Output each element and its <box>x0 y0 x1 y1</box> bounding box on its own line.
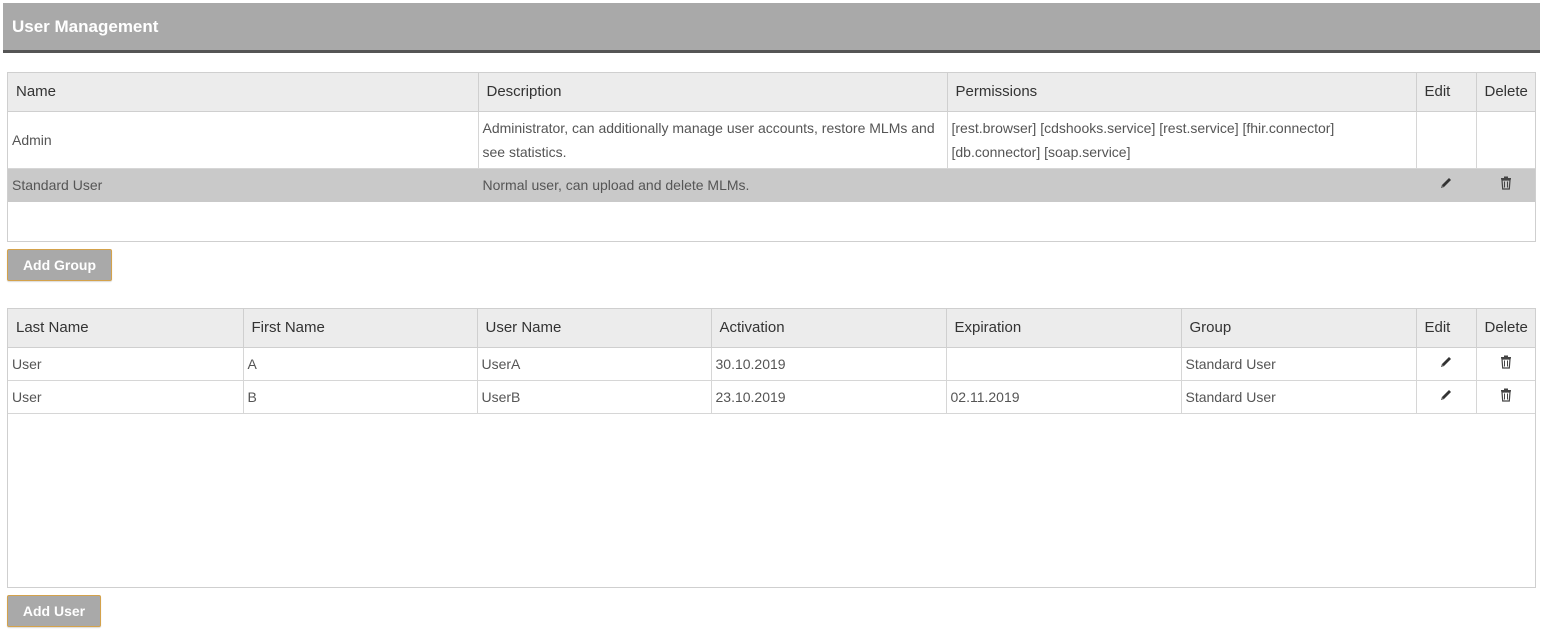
column-header-description[interactable]: Description <box>478 73 948 112</box>
table-row[interactable]: User B UserB 23.10.2019 02.11.2019 Stand… <box>8 380 1535 414</box>
activation-cell: 30.10.2019 <box>711 347 947 381</box>
column-header-edit: Edit <box>1416 309 1477 348</box>
edit-cell <box>1416 111 1477 169</box>
column-header-edit: Edit <box>1416 73 1477 112</box>
group-cell: Standard User <box>1181 380 1417 414</box>
users-grid: Last Name First Name User Name Activatio… <box>7 308 1536 588</box>
table-row[interactable]: User A UserA 30.10.2019 Standard User <box>8 347 1535 381</box>
user-name-cell: UserB <box>477 380 712 414</box>
trash-icon[interactable] <box>1500 352 1512 376</box>
column-header-activation[interactable]: Activation <box>711 309 947 348</box>
delete-cell <box>1476 347 1535 381</box>
add-user-button[interactable]: Add User <box>7 595 101 627</box>
pencil-icon[interactable] <box>1439 173 1453 197</box>
pencil-icon[interactable] <box>1439 385 1453 409</box>
page-title: User Management <box>12 17 159 36</box>
delete-cell <box>1476 168 1535 202</box>
page-header: User Management <box>3 3 1540 53</box>
delete-cell <box>1476 380 1535 414</box>
table-row[interactable]: Admin Administrator, can additionally ma… <box>8 111 1535 169</box>
expiration-cell <box>946 347 1182 381</box>
groups-grid: Name Description Permissions Edit Delete… <box>7 72 1536 242</box>
column-header-first-name[interactable]: First Name <box>243 309 478 348</box>
column-header-delete: Delete <box>1476 309 1535 348</box>
column-header-delete: Delete <box>1476 73 1535 112</box>
expiration-cell: 02.11.2019 <box>946 380 1182 414</box>
column-header-expiration[interactable]: Expiration <box>946 309 1182 348</box>
group-permissions-cell <box>947 168 1417 202</box>
column-header-user-name[interactable]: User Name <box>477 309 712 348</box>
delete-cell <box>1476 111 1535 169</box>
trash-icon[interactable] <box>1500 173 1512 197</box>
pencil-icon[interactable] <box>1439 352 1453 376</box>
trash-icon[interactable] <box>1500 385 1512 409</box>
table-row[interactable]: Standard User Normal user, can upload an… <box>8 168 1535 202</box>
activation-cell: 23.10.2019 <box>711 380 947 414</box>
edit-cell <box>1416 347 1477 381</box>
last-name-cell: User <box>8 347 244 381</box>
edit-cell <box>1416 380 1477 414</box>
group-description-cell: Administrator, can additionally manage u… <box>478 111 948 169</box>
group-cell: Standard User <box>1181 347 1417 381</box>
column-header-last-name[interactable]: Last Name <box>8 309 244 348</box>
add-group-button[interactable]: Add Group <box>7 249 112 281</box>
column-header-name[interactable]: Name <box>8 73 479 112</box>
group-name-cell: Admin <box>8 111 479 169</box>
column-header-group[interactable]: Group <box>1181 309 1417 348</box>
last-name-cell: User <box>8 380 244 414</box>
edit-cell <box>1416 168 1477 202</box>
column-header-permissions[interactable]: Permissions <box>947 73 1417 112</box>
group-description-cell: Normal user, can upload and delete MLMs. <box>478 168 948 202</box>
first-name-cell: A <box>243 347 478 381</box>
group-name-cell: Standard User <box>8 168 479 202</box>
group-permissions-cell: [rest.browser] [cdshooks.service] [rest.… <box>947 111 1417 169</box>
first-name-cell: B <box>243 380 478 414</box>
user-name-cell: UserA <box>477 347 712 381</box>
